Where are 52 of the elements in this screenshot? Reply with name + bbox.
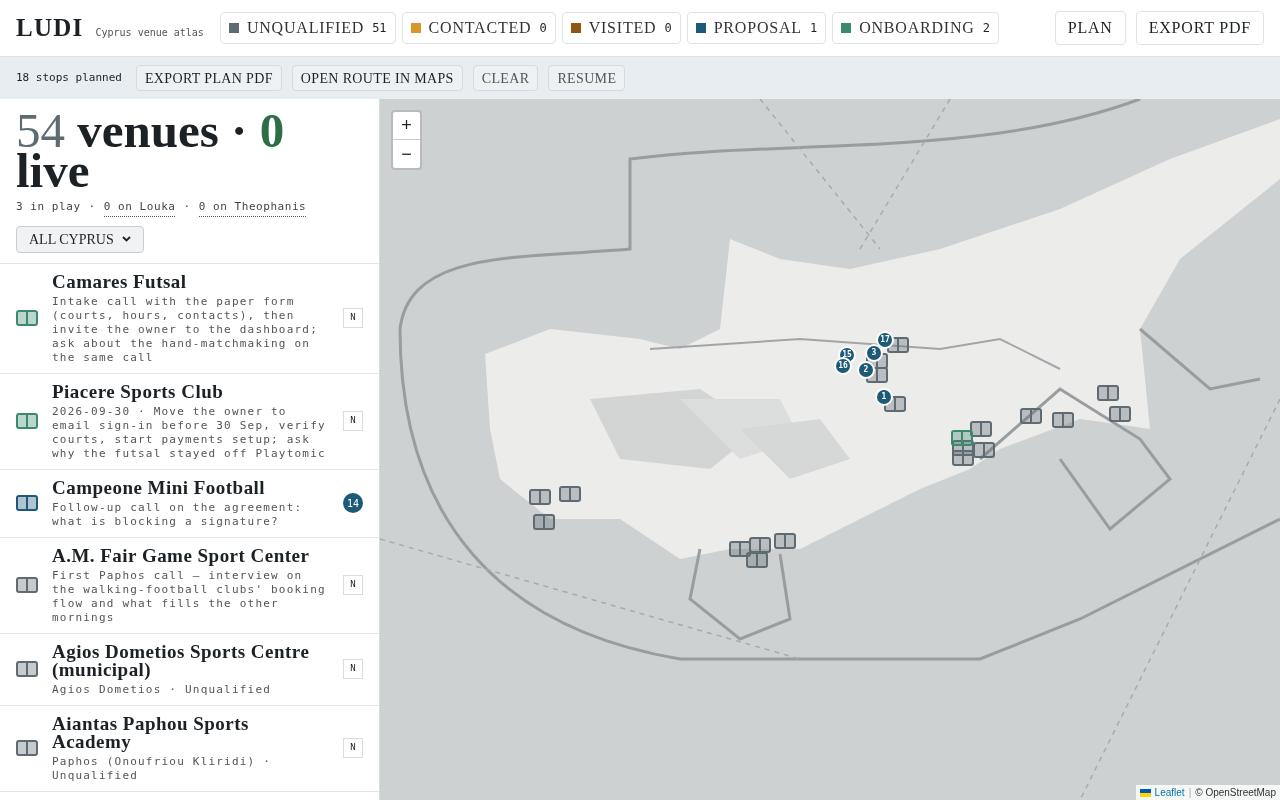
open-route-button[interactable]: OPEN ROUTE IN MAPS	[291, 65, 463, 91]
status-filter[interactable]: VISITED 0	[561, 12, 681, 44]
region-select[interactable]: ALL CYPRUS	[16, 225, 144, 253]
header-button[interactable]: PLAN	[1054, 11, 1126, 45]
status-filter[interactable]: CONTACTED 0	[401, 12, 556, 44]
resume-route-button[interactable]: RESUME	[548, 65, 626, 91]
venue-list-item[interactable]: Piacere Sports Club 2026-09-30 · Move the owner to email sign-in before 30 Sep, verify courts, start payments setup; ask why the futsal stayed off Playtomic N	[0, 373, 379, 470]
venue-list-item[interactable]: Agios Dometios Sports Centre (municipal) Agios Dometios · Unqualified N	[0, 633, 379, 706]
status-letter-badge: N	[343, 575, 363, 595]
venue-note: Intake call with the paper form (courts, hours, contacts), then invite the owner to the dashboard; ask about the hand-matchmaking on the same call	[52, 294, 319, 365]
venue-name: Aiantas Paphou Sports Academy	[52, 713, 250, 752]
status-filter[interactable]: PROPOSAL 1	[686, 12, 827, 44]
status-letter-badge: N	[343, 659, 363, 679]
status-letter-badge: N	[343, 411, 363, 431]
separator-dot: ·	[183, 199, 191, 215]
chevron-down-icon	[121, 236, 131, 242]
venue-name: Agios Dometios Sports Centre (municipal)	[52, 641, 311, 680]
venue-name: A.M. Fair Game Sport Center	[52, 545, 311, 566]
flag-icon	[1139, 788, 1151, 797]
venue-name: Campeone Mini Football	[52, 477, 267, 498]
venue-name: Piacere Sports Club	[52, 381, 225, 402]
status-filter[interactable]: UNQUALIFIED 51	[219, 12, 396, 44]
status-letter-badge: N	[343, 308, 363, 328]
venue-summary-heading: 54 venues · 0 live	[16, 111, 286, 191]
zoom-out-button[interactable]: −	[393, 140, 420, 168]
status-filter[interactable]: ONBOARDING 2	[832, 12, 999, 44]
venue-list-item[interactable]: Aiantas Paphou Sports Academy Paphos (Onoufriou Kliridi) · Unqualified N	[0, 705, 379, 792]
leaflet-link[interactable]: Leaflet	[1154, 785, 1185, 800]
separator-dot: ·	[88, 199, 96, 215]
owner-link[interactable]: 0 on Louka	[103, 199, 176, 217]
brand-logo: LUDI	[16, 13, 84, 44]
venue-note: Agios Dometios · Unqualified	[52, 682, 273, 697]
attribution-separator: |	[1188, 786, 1192, 800]
venue-list-item[interactable]: Camares Futsal Intake call with the paper form (courts, hours, contacts), then invite the owner to the dashboard; ask about the hand-matchmaking on the same call N	[0, 263, 379, 374]
venue-note: 2026-09-30 · Move the owner to email sign-in before 30 Sep, verify courts, start payments setup; ask why the futsal stayed off Playtomic	[52, 404, 327, 461]
zoom-in-button[interactable]: +	[393, 112, 420, 140]
plan-summary: 18 stops planned	[16, 69, 122, 86]
clear-route-button[interactable]: CLEAR	[472, 65, 539, 91]
export-plan-button[interactable]: EXPORT PLAN PDF	[135, 65, 282, 91]
venue-note: First Paphos call — interview on the walking-football clubs' booking flow and what fills the other mornings	[52, 568, 327, 625]
venue-note: Follow-up call on the agreement: what is blocking a signature?	[52, 500, 304, 529]
venue-list-item[interactable]: A.M. Fair Game Sport Center First Paphos call — interview on the walking-football clubs' booking flow and what fills the other mornings N	[0, 537, 379, 634]
in-play-count: 3 in play	[16, 199, 81, 215]
header-button[interactable]: EXPORT PDF	[1135, 11, 1264, 45]
stop-number-badge: 14	[343, 493, 363, 513]
status-letter-badge: N	[343, 738, 363, 758]
venue-name: Camares Futsal	[52, 271, 188, 292]
map-attribution: © OpenStreetMap	[1195, 786, 1276, 800]
venue-list-item[interactable]: Campeone Mini Football Follow-up call on the agreement: what is blocking a signature? 14	[0, 469, 379, 538]
venue-note: Paphos (Onoufriou Kliridi) · Unqualified	[52, 754, 273, 783]
brand-tagline: Cyprus venue atlas	[95, 25, 204, 40]
owner-link[interactable]: 0 on Theophanis	[198, 199, 307, 217]
